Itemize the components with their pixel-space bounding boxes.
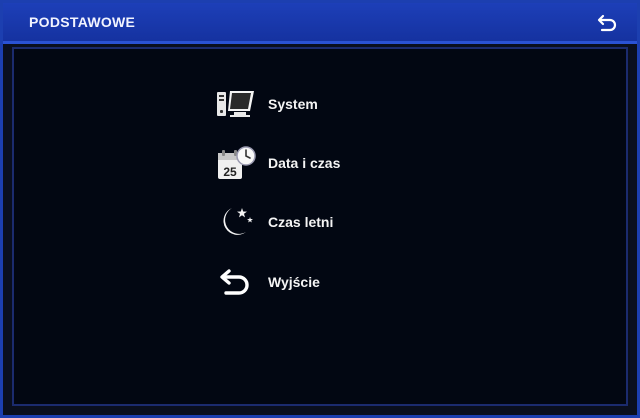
menu-item-exit[interactable]: Wyjście — [214, 262, 320, 302]
title-bar: PODSTAWOWE — [3, 3, 637, 44]
computer-icon — [214, 84, 258, 124]
back-arrow-icon[interactable] — [597, 12, 619, 34]
menu-item-label: Data i czas — [268, 155, 341, 171]
window-title: PODSTAWOWE — [29, 14, 136, 30]
main-content: System 25 Data i czas Czas letni Wyjście — [12, 47, 628, 406]
return-arrow-icon — [214, 262, 258, 302]
menu-item-label: Czas letni — [268, 214, 334, 230]
settings-window: PODSTAWOWE System 25 Data i czas Czas le… — [0, 0, 640, 418]
svg-text:25: 25 — [223, 165, 237, 179]
moon-stars-icon — [214, 202, 258, 242]
menu-item-daylight-saving[interactable]: Czas letni — [214, 202, 333, 242]
menu-item-date-time[interactable]: 25 Data i czas — [214, 143, 340, 183]
calendar-clock-icon: 25 — [214, 143, 258, 183]
menu-item-label: System — [268, 96, 318, 112]
menu-item-label: Wyjście — [268, 274, 320, 290]
menu-item-system[interactable]: System — [214, 84, 318, 124]
